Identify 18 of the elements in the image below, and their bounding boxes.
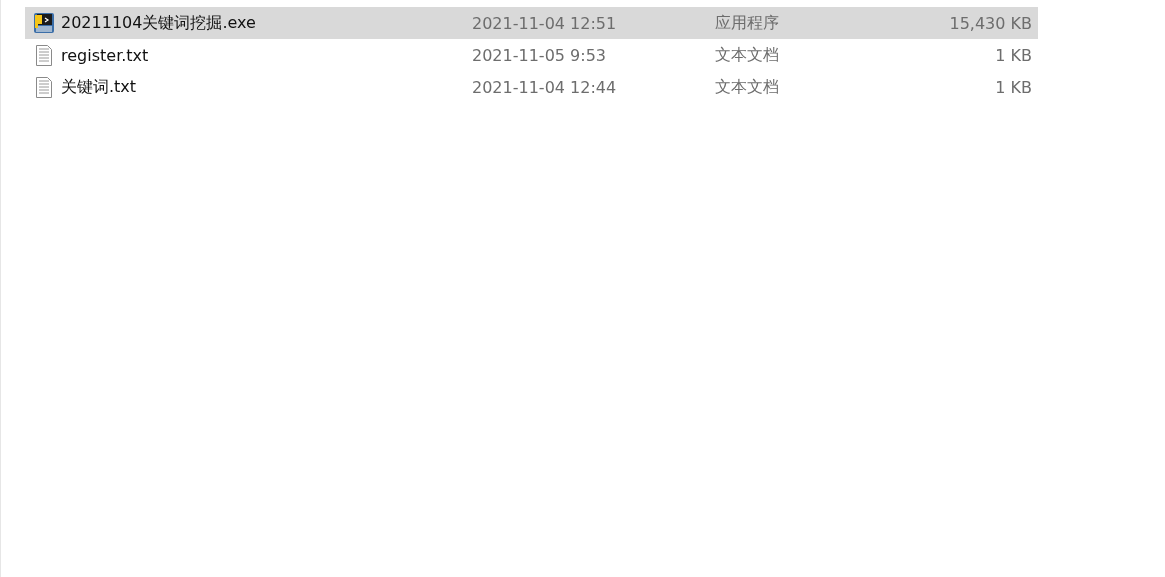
file-row[interactable]: register.txt 2021-11-05 9:53 文本文档 1 KB <box>25 39 1038 71</box>
file-size: 1 KB <box>995 77 1032 97</box>
modified-date: 2021-11-05 9:53 <box>472 45 607 65</box>
file-size: 15,430 KB <box>949 13 1032 33</box>
text-file-icon <box>36 44 52 66</box>
file-type: 文本文档 <box>715 76 780 98</box>
modified-date: 2021-11-04 12:44 <box>472 77 618 97</box>
file-row[interactable]: 关键词.txt 2021-11-04 12:44 文本文档 1 KB <box>25 71 1038 103</box>
file-name: 20211104关键词挖掘.exe <box>61 12 257 34</box>
text-file-icon <box>36 76 52 98</box>
file-type: 应用程序 <box>715 12 780 34</box>
file-name: register.txt <box>61 45 150 65</box>
application-icon <box>33 12 55 34</box>
modified-date: 2021-11-04 12:51 <box>472 13 618 33</box>
file-size: 1 KB <box>995 45 1032 65</box>
file-row[interactable]: 20211104关键词挖掘.exe 2021-11-04 12:51 应用程序 15,430 KB <box>25 7 1038 39</box>
file-type: 文本文档 <box>715 44 780 66</box>
file-name: 关键词.txt <box>61 76 138 98</box>
